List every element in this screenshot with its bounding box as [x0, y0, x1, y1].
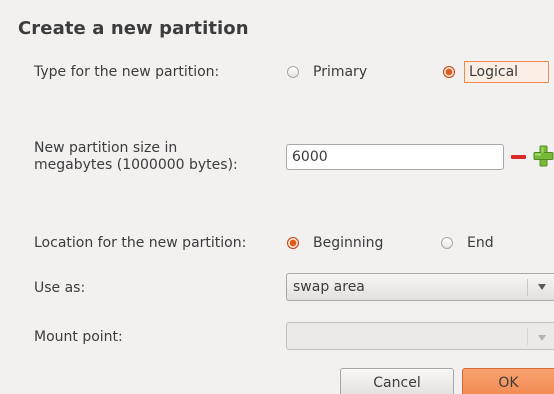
location-label: Location for the new partition:	[34, 235, 247, 251]
partition-size-label-line1: New partition size in	[34, 140, 178, 156]
radio-end-label: End	[467, 235, 494, 251]
use-as-label: Use as:	[34, 280, 86, 296]
radio-logical-label: Logical	[464, 61, 550, 83]
radio-logical[interactable]: Logical	[443, 61, 550, 83]
radio-logical-indicator[interactable]	[443, 66, 455, 78]
mount-point-label: Mount point:	[34, 329, 123, 345]
chevron-down-icon[interactable]	[538, 335, 546, 341]
radio-primary[interactable]: Primary	[287, 61, 372, 83]
radio-end-indicator[interactable]	[441, 237, 453, 249]
radio-beginning-indicator[interactable]	[287, 237, 299, 249]
use-as-select[interactable]: swap area	[286, 273, 554, 301]
mount-point-select-separator	[527, 328, 528, 345]
dialog-title: Create a new partition	[18, 18, 249, 39]
partition-type-label: Type for the new partition:	[34, 64, 220, 80]
radio-beginning[interactable]: Beginning	[287, 232, 388, 254]
radio-primary-label: Primary	[313, 64, 368, 80]
chevron-down-icon[interactable]	[538, 284, 546, 290]
minus-icon[interactable]	[510, 150, 527, 163]
plus-icon-glyph	[533, 145, 554, 167]
partition-size-label-line2: megabytes (1000000 bytes):	[34, 157, 238, 173]
ok-button[interactable]: OK	[462, 368, 554, 394]
create-partition-dialog: Create a new partition Type for the new …	[0, 0, 554, 394]
radio-beginning-label: Beginning	[313, 235, 384, 251]
partition-size-input[interactable]: 6000	[286, 144, 504, 170]
use-as-select-separator	[527, 279, 528, 296]
cancel-button[interactable]: Cancel	[340, 368, 454, 394]
radio-end[interactable]: End	[441, 232, 499, 254]
minus-icon-bar	[511, 154, 526, 159]
radio-primary-indicator[interactable]	[287, 66, 299, 78]
mount-point-select[interactable]	[286, 322, 554, 350]
plus-icon[interactable]	[533, 145, 554, 167]
